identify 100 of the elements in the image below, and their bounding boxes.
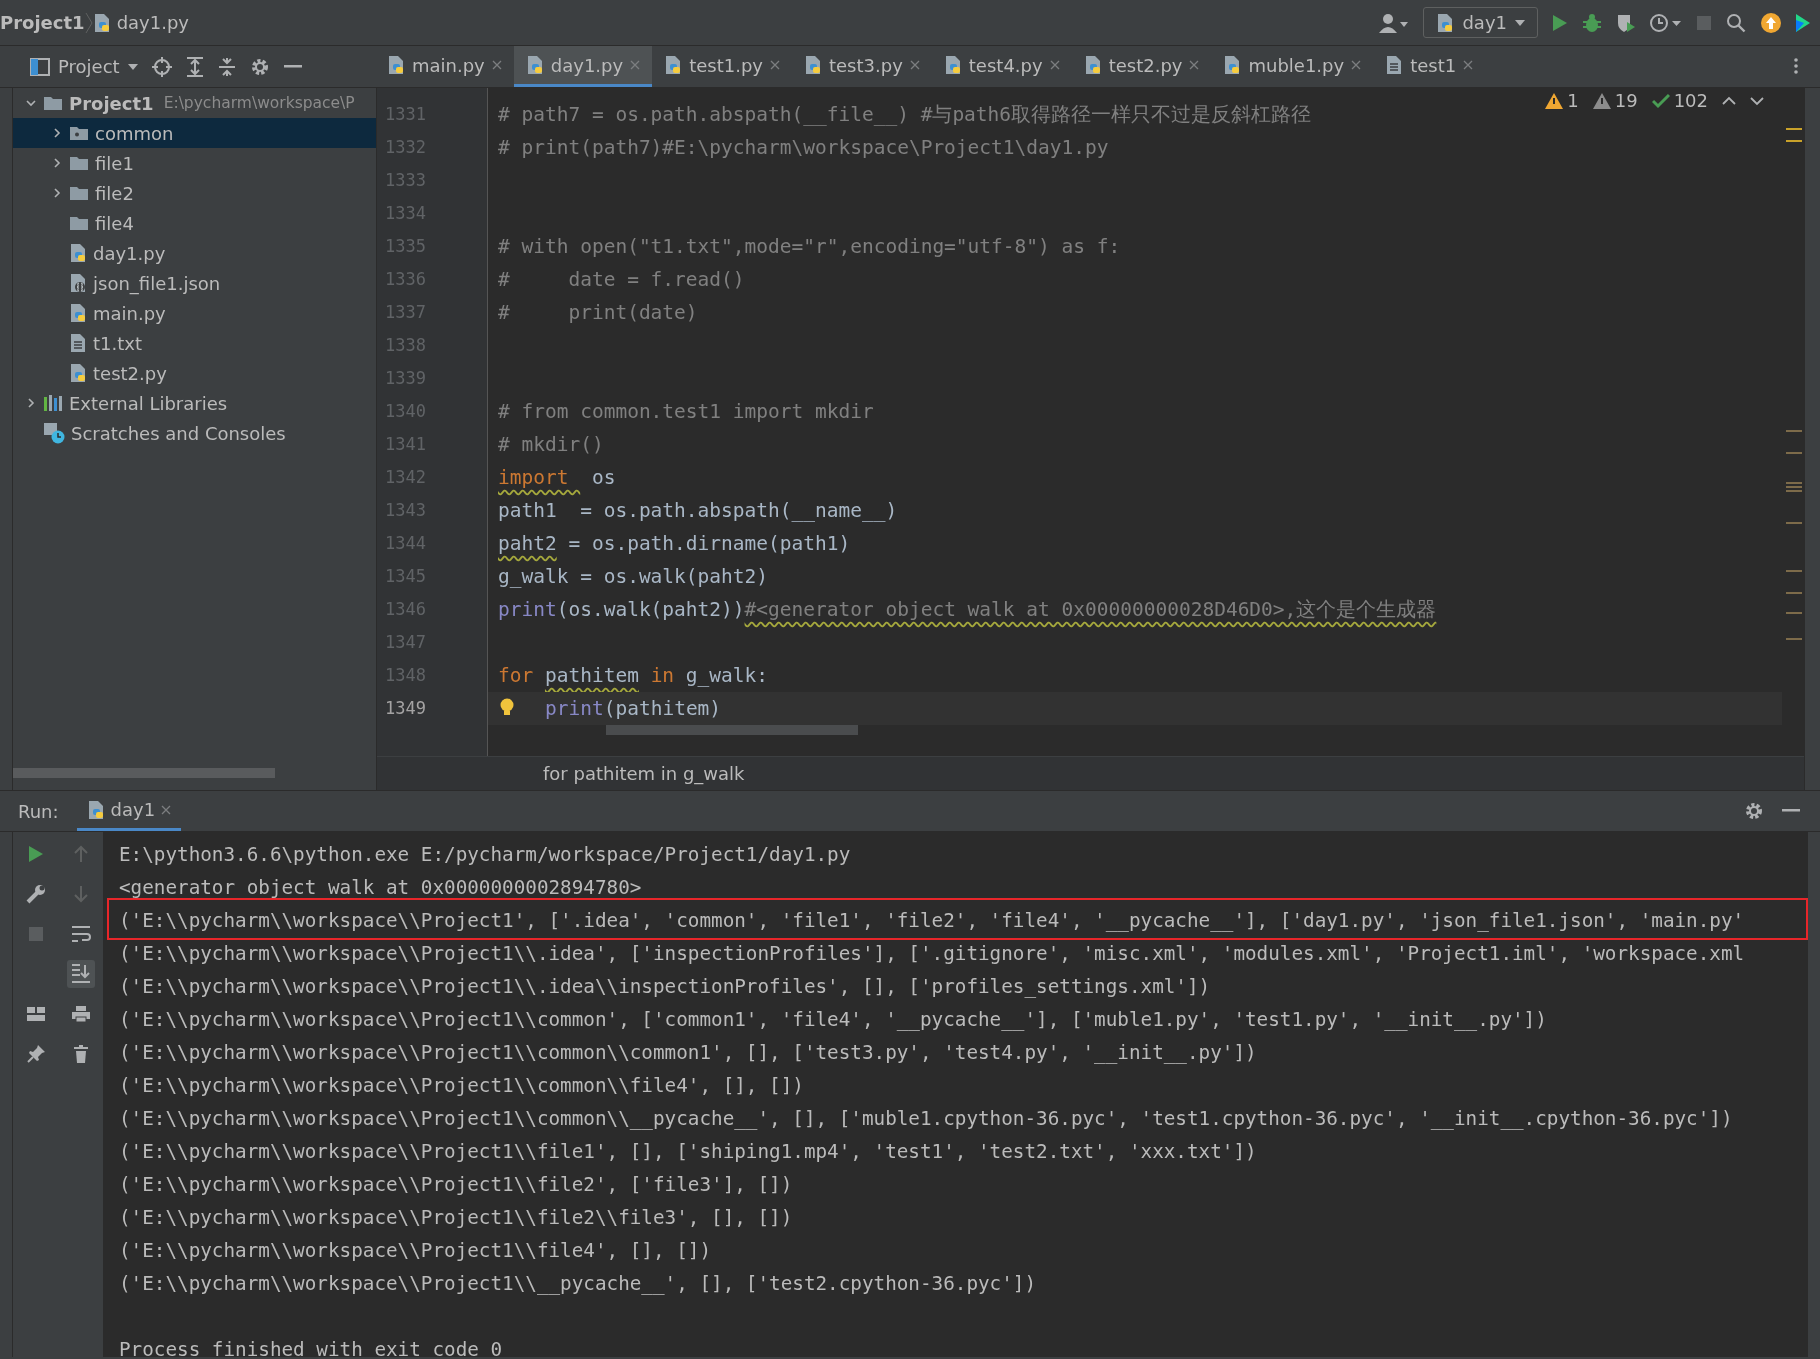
pin-icon[interactable] <box>25 1044 46 1064</box>
code-line: # with open("t1.txt",mode="r",encoding="utf-8") as f: <box>498 234 1121 260</box>
search-icon[interactable] <box>1726 12 1746 33</box>
scroll-to-end-icon[interactable] <box>66 960 95 988</box>
run-label: Run: <box>18 800 59 822</box>
toolbox-icon[interactable] <box>1796 11 1810 34</box>
python-file-icon <box>1083 55 1102 75</box>
close-icon[interactable] <box>1351 60 1362 70</box>
folder-icon <box>69 155 89 171</box>
run-icon[interactable] <box>1552 13 1568 32</box>
tree-item[interactable]: file1 <box>13 148 376 178</box>
editor-tab[interactable]: test4.py <box>931 46 1072 87</box>
lightbulb-icon[interactable] <box>500 698 514 718</box>
code-line: path1 = os.path.abspath(__name__) <box>498 498 898 524</box>
user-icon[interactable] <box>1379 12 1410 33</box>
python-file-icon <box>387 55 405 75</box>
chevron-down-icon[interactable] <box>25 97 37 109</box>
editor-tab[interactable]: test3.py <box>792 46 932 87</box>
crosshair-icon[interactable] <box>151 56 172 77</box>
text-file-icon <box>1385 55 1404 75</box>
console-line: ('E:\\pycharm\\workspace\\Project1\\file1', [], ['shiping1.mp4', 'test1', 'test2.txt', 'xxx.txt']) <box>119 1139 1258 1165</box>
scrollbar[interactable] <box>606 725 858 735</box>
close-icon[interactable] <box>909 60 920 70</box>
caret-icon[interactable] <box>127 63 138 70</box>
run-icon[interactable] <box>27 845 44 863</box>
breadcrumb[interactable]: day1.py <box>92 12 189 33</box>
expand-all-icon[interactable] <box>185 56 204 77</box>
print-icon[interactable] <box>70 1005 91 1023</box>
wrench-icon[interactable] <box>25 884 46 904</box>
run-config-dropdown[interactable]: day1 <box>1423 7 1538 38</box>
caret-icon[interactable] <box>1515 19 1525 26</box>
layout-icon[interactable] <box>25 1006 46 1022</box>
shield-icon[interactable] <box>1616 12 1636 33</box>
chevron-right-icon[interactable] <box>51 127 63 139</box>
editor-tab[interactable]: main.py <box>375 46 514 87</box>
tree-item[interactable]: test2.py <box>13 358 376 388</box>
editor-tab[interactable]: test1.py <box>652 46 792 87</box>
chevron-right-icon[interactable] <box>25 397 37 409</box>
bug-icon[interactable] <box>1582 12 1602 33</box>
close-icon[interactable] <box>1049 60 1060 70</box>
warning-icon <box>1592 92 1611 109</box>
line-number: 1349 <box>384 697 427 720</box>
scrollbar[interactable] <box>13 768 275 778</box>
chevron-right-icon[interactable] <box>51 187 63 199</box>
chevron-right-icon[interactable] <box>51 157 63 169</box>
close-icon[interactable] <box>1189 60 1200 70</box>
tree-item[interactable]: Project1 E:\pycharm\workspace\P <box>13 88 376 118</box>
close-icon[interactable] <box>770 60 780 70</box>
inspection-counter[interactable]: 1 <box>1545 90 1579 111</box>
editor-tab[interactable]: muble1.py <box>1211 46 1374 87</box>
editor-tab[interactable]: test1 <box>1373 46 1486 87</box>
inspection-counter[interactable]: 102 <box>1651 90 1708 111</box>
editor-tab[interactable]: day1.py <box>513 46 653 87</box>
libraries-icon <box>43 394 63 412</box>
collapse-all-icon[interactable] <box>217 56 236 77</box>
project-view-dropdown[interactable]: Project <box>30 56 138 77</box>
tree-item[interactable]: main.py <box>13 298 376 328</box>
console-line: ('E:\\pycharm\\workspace\\Project1\\common\\common1', [], ['test3.py', 'test4.py', '__init__.py']) <box>119 1040 1258 1066</box>
inspection-counter[interactable]: 19 <box>1592 90 1638 111</box>
console-line: <generator object walk at 0x0000000002894780> <box>119 875 643 901</box>
settings-icon[interactable] <box>249 56 270 77</box>
console-line: ('E:\\pycharm\\workspace\\Project1', ['.idea', 'common', 'file1', 'file2', 'file4', '__pycache__'], ['day1.py', 'json_file1.json', 'main.py' <box>119 904 1808 937</box>
python-file-icon <box>1223 55 1242 75</box>
python-file-icon <box>664 55 683 75</box>
code-line: paht2 = os.path.dirname(path1) <box>498 531 851 557</box>
folder-icon <box>43 95 63 111</box>
chevron-right-icon <box>84 11 93 34</box>
code-breadcrumb[interactable]: for pathitem in g_walk <box>377 756 1804 790</box>
tree-item[interactable]: External Libraries <box>13 388 376 418</box>
python-file-icon <box>69 243 87 263</box>
close-icon[interactable] <box>491 60 502 70</box>
tree-item[interactable]: t1.txt <box>13 328 376 358</box>
editor-tab[interactable]: test2.py <box>1071 46 1212 87</box>
code-line: print(pathitem) <box>545 696 722 722</box>
console-line: E:\python3.6.6\python.exe E:/pycharm/workspace/Project1/day1.py <box>119 842 852 868</box>
clock-icon[interactable] <box>1650 12 1682 33</box>
trash-icon[interactable] <box>72 1045 89 1063</box>
minimize-icon[interactable] <box>1782 809 1800 813</box>
close-icon[interactable] <box>1463 60 1474 70</box>
scratches-icon <box>43 422 65 444</box>
wrap-icon[interactable] <box>70 925 91 943</box>
tree-item[interactable]: day1.py <box>13 238 376 268</box>
tree-item[interactable]: file2 <box>13 178 376 208</box>
chevron-down-icon[interactable] <box>1750 95 1764 106</box>
console-line: ('E:\\pycharm\\workspace\\Project1\\common', ['common1', 'file4', '__pycache__'], ['muble1.py', 'test1.py', '__init__.py']) <box>119 1007 1548 1033</box>
code-line: # from common.test1 import mkdir <box>498 399 874 425</box>
breadcrumb[interactable]: Project1 <box>0 12 85 33</box>
update-icon[interactable] <box>1760 11 1782 34</box>
minimize-icon[interactable] <box>283 64 302 69</box>
tree-item[interactable]: file4 <box>13 208 376 238</box>
code-line: print(os.walk(paht2))#<generator object walk at 0x00000000028D46D0>,这个是个生成器 <box>498 597 1437 623</box>
tree-item[interactable]: Scratches and Consoles <box>13 418 376 448</box>
close-icon[interactable] <box>161 804 172 815</box>
chevron-up-icon[interactable] <box>1722 95 1736 106</box>
code-line: # mkdir() <box>498 432 604 458</box>
tree-item[interactable]: common <box>13 118 376 148</box>
tree-item[interactable]: json_file1.json <box>13 268 376 298</box>
console-line: ('E:\\pycharm\\workspace\\Project1\\.idea\\inspectionProfiles', [], ['profiles_settings.xml']) <box>119 974 1212 1000</box>
more-icon[interactable] <box>1794 58 1798 74</box>
settings-icon[interactable] <box>1744 801 1764 821</box>
